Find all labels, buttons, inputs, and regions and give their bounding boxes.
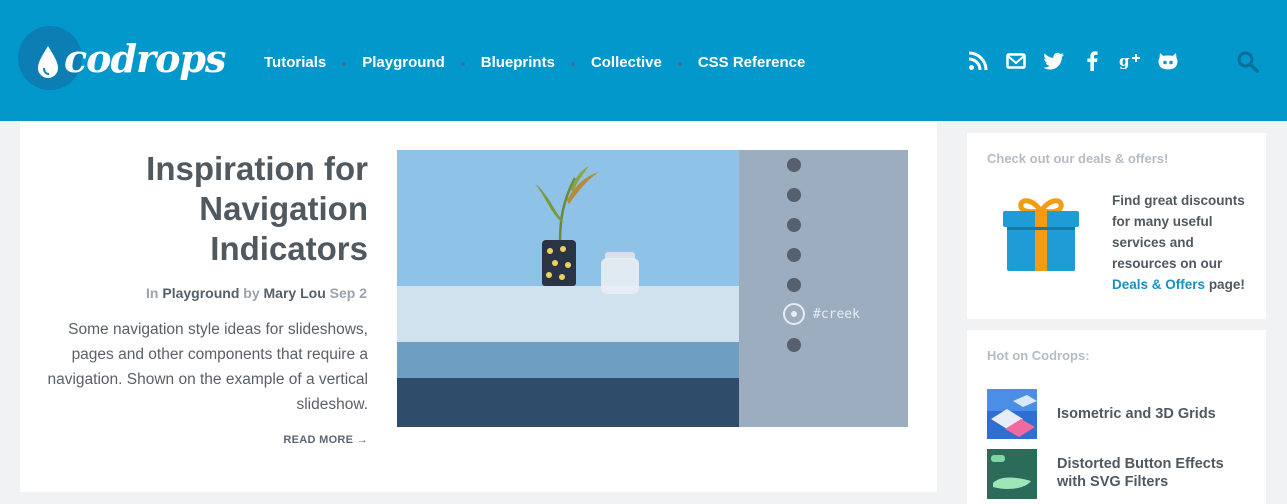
rss-icon[interactable] bbox=[966, 50, 990, 72]
nav-separator bbox=[570, 61, 575, 66]
category-link[interactable]: Playground bbox=[162, 285, 239, 301]
thumb-vase bbox=[542, 240, 576, 286]
facebook-icon[interactable] bbox=[1080, 50, 1104, 72]
read-more-label: READ MORE bbox=[283, 434, 354, 446]
deals-offers-link[interactable]: Deals & Offers bbox=[1112, 277, 1205, 292]
hot-item[interactable]: Distorted Button Effects with SVG Filter… bbox=[987, 449, 1257, 501]
deals-widget: Check out our deals & offers! Find great… bbox=[967, 133, 1266, 319]
thumb-table-edge bbox=[397, 342, 742, 378]
main-nav: Tutorials Playground Blueprints Collecti… bbox=[264, 54, 805, 71]
thumb-jar bbox=[601, 258, 639, 294]
hot-item-title-line: with SVG Filters bbox=[1057, 474, 1169, 490]
logo-text: codrops bbox=[64, 36, 226, 81]
twitter-icon[interactable] bbox=[1042, 50, 1066, 72]
nav-separator bbox=[677, 61, 682, 66]
arrow-right-icon: → bbox=[356, 434, 368, 446]
article-title-line: Navigation bbox=[199, 190, 368, 227]
article-thumbnail[interactable]: #creek bbox=[397, 150, 908, 427]
hot-item-title: Distorted Button Effects with SVG Filter… bbox=[1057, 455, 1224, 491]
thumb-nav-dot bbox=[787, 248, 801, 262]
nav-playground[interactable]: Playground bbox=[362, 54, 445, 71]
thumb-nav-panel bbox=[739, 150, 908, 427]
google-plus-icon[interactable]: g bbox=[1118, 50, 1142, 72]
thumb-nav-dot bbox=[787, 338, 801, 352]
thumb-table-shadow bbox=[397, 378, 742, 427]
hot-item-title: Isometric and 3D Grids bbox=[1057, 405, 1216, 423]
thumb-table-top bbox=[397, 286, 742, 342]
featured-article: Inspiration for Navigation Indicators In… bbox=[20, 121, 937, 492]
article-title-line: Indicators bbox=[210, 230, 368, 267]
nav-collective[interactable]: Collective bbox=[591, 54, 662, 71]
hot-widget: Hot on Codrops: Isometric and 3D Grids D… bbox=[967, 330, 1266, 504]
nav-separator bbox=[460, 61, 465, 66]
nav-separator bbox=[342, 61, 347, 66]
article-title[interactable]: Inspiration for Navigation Indicators bbox=[38, 149, 368, 269]
search-icon[interactable] bbox=[1236, 50, 1260, 74]
article-meta: In Playground by Mary Lou Sep 2 bbox=[146, 285, 367, 301]
article-excerpt: Some navigation style ideas for slidesho… bbox=[47, 321, 368, 413]
deals-heading: Check out our deals & offers! bbox=[987, 151, 1169, 166]
mail-icon[interactable] bbox=[1004, 50, 1028, 72]
read-more-link[interactable]: READ MORE → bbox=[283, 434, 368, 446]
nav-css-reference[interactable]: CSS Reference bbox=[698, 54, 806, 71]
nav-tutorials[interactable]: Tutorials bbox=[264, 54, 326, 71]
deals-text: Find great discounts for many useful ser… bbox=[1112, 190, 1257, 295]
svg-text:g: g bbox=[1119, 52, 1130, 70]
deals-description: Find great discounts for many useful ser… bbox=[1112, 193, 1245, 271]
plant-icon bbox=[535, 166, 599, 243]
hot-heading: Hot on Codrops: bbox=[987, 348, 1090, 363]
site-header: codrops Tutorials Playground Blueprints … bbox=[0, 0, 1287, 121]
codrops-logo[interactable]: codrops bbox=[18, 26, 226, 96]
article-title-line: Inspiration for bbox=[146, 150, 368, 187]
article-date: Sep 2 bbox=[329, 285, 367, 301]
thumb-nav-dot-active bbox=[783, 303, 805, 325]
hot-item[interactable]: Isometric and 3D Grids bbox=[987, 389, 1257, 441]
thumb-nav-label: #creek bbox=[813, 307, 860, 322]
hot-item-title-line: Distorted Button Effects bbox=[1057, 456, 1224, 472]
gift-icon[interactable] bbox=[1001, 195, 1081, 273]
thumb-nav-dot bbox=[787, 218, 801, 232]
thumb-nav-dot bbox=[787, 188, 801, 202]
meta-by: by bbox=[243, 285, 260, 301]
thumb-nav-dot bbox=[787, 278, 801, 292]
author-link[interactable]: Mary Lou bbox=[264, 285, 326, 301]
hot-item-title-line: Isometric and 3D Grids bbox=[1057, 406, 1216, 422]
social-links: g bbox=[966, 50, 1194, 72]
deals-suffix: page! bbox=[1208, 277, 1245, 292]
thumb-nav-dot bbox=[787, 158, 801, 172]
hot-item-thumbnail bbox=[987, 389, 1037, 439]
nav-blueprints[interactable]: Blueprints bbox=[481, 54, 555, 71]
github-icon[interactable] bbox=[1156, 50, 1180, 72]
meta-prefix: In bbox=[146, 285, 159, 301]
hot-item-thumbnail bbox=[987, 449, 1037, 499]
